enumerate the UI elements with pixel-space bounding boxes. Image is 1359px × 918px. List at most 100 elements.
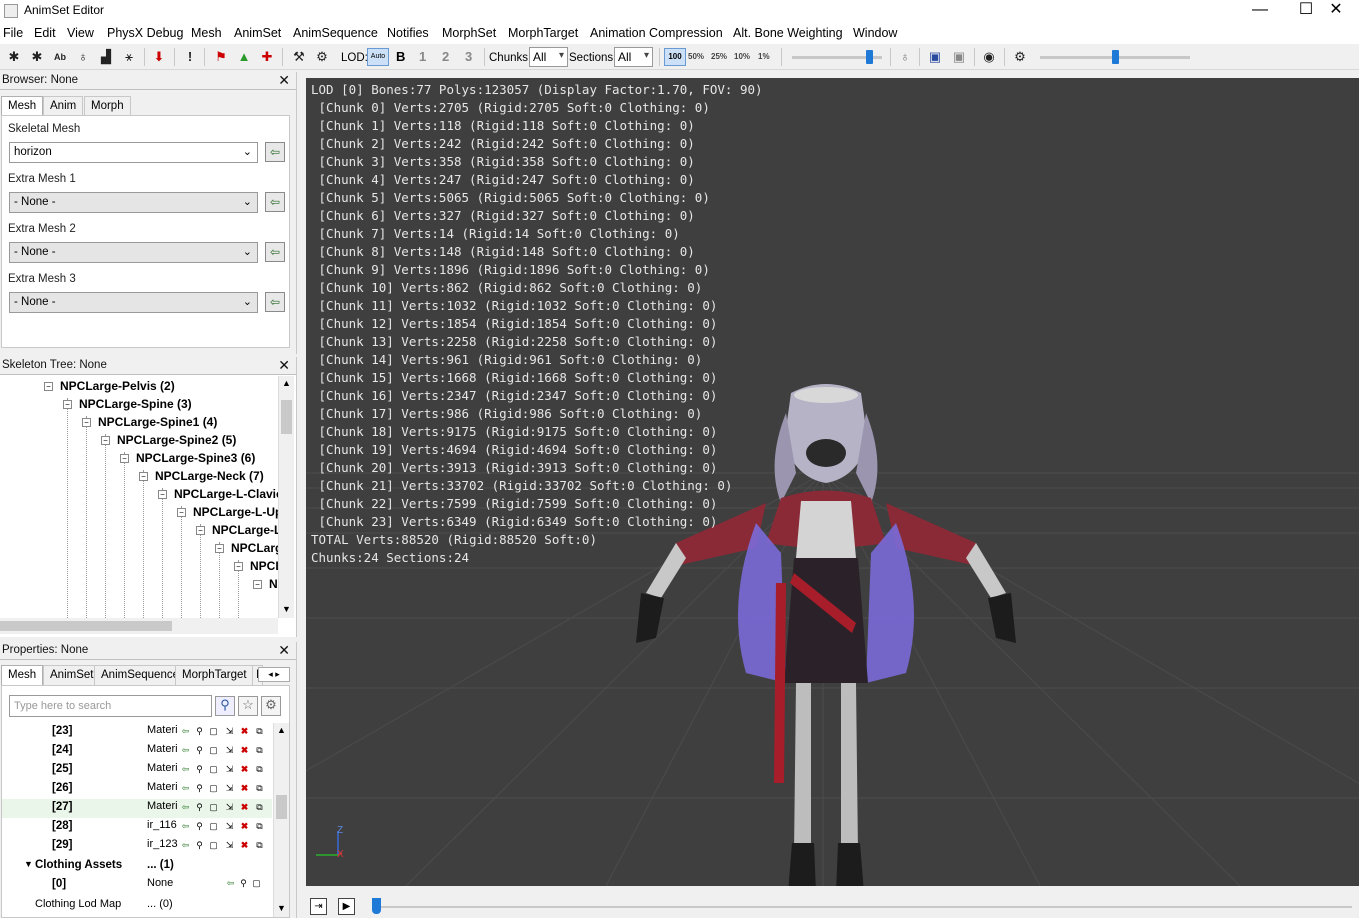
search-icon[interactable]: ⚲ — [194, 802, 205, 813]
property-row[interactable]: [24] Materi ⇦ ⚲ ▢ ⇲ ✖ ⧉ — [2, 742, 272, 761]
tree-node[interactable]: NPCLarge-Spine (3) — [79, 397, 192, 411]
search-icon[interactable]: ⚲ — [194, 840, 205, 851]
tab-animset[interactable]: AnimSet — [43, 665, 101, 685]
caret-down-icon[interactable]: ▼ — [24, 859, 33, 869]
extra-mesh-3-select[interactable]: - None - ⌄ — [9, 292, 258, 313]
clothing-assets-row[interactable]: ▼ Clothing Assets ... (1) — [2, 856, 272, 875]
clear-icon[interactable]: ▢ — [208, 840, 219, 851]
menu-file[interactable]: File — [3, 26, 23, 40]
lod-1-button[interactable]: 1 — [419, 49, 426, 64]
extra-mesh-2-select[interactable]: - None - ⌄ — [9, 242, 258, 263]
collapse-icon[interactable]: − — [196, 526, 205, 535]
bone-mirror-icon[interactable]: ⚙ — [313, 48, 331, 66]
tree-node[interactable]: NPCLarge-Spine3 (6) — [136, 451, 255, 465]
text-toggle-icon[interactable]: Ab — [51, 48, 69, 66]
menu-animsequence[interactable]: AnimSequence — [293, 26, 378, 40]
zoom-10-button[interactable]: 10% — [734, 52, 750, 61]
menu-mesh[interactable]: Mesh — [191, 26, 222, 40]
clear-icon[interactable]: ▢ — [208, 821, 219, 832]
insert-icon[interactable]: ⇲ — [224, 802, 235, 813]
tab-scroll-buttons[interactable]: ◂ ▸ — [258, 667, 290, 682]
close-icon[interactable]: ✕ — [278, 72, 290, 89]
insert-icon[interactable]: ⇲ — [224, 840, 235, 851]
menu-window[interactable]: Window — [853, 26, 897, 40]
collapse-icon[interactable]: − — [253, 580, 262, 589]
star-icon[interactable]: ☆ — [238, 696, 258, 716]
delete-icon[interactable]: ✖ — [239, 821, 250, 832]
menu-animset[interactable]: AnimSet — [234, 26, 281, 40]
eye-icon[interactable]: ◉ — [980, 48, 998, 66]
play-icon[interactable]: ▶ — [338, 898, 355, 915]
scrollbar-thumb[interactable] — [281, 400, 292, 434]
chunks-select[interactable]: All ▾ — [529, 47, 568, 67]
duplicate-icon[interactable]: ⧉ — [254, 802, 265, 813]
clear-icon[interactable]: ▢ — [208, 745, 219, 756]
insert-icon[interactable]: ⇲ — [224, 745, 235, 756]
tab-mesh[interactable]: Mesh — [1, 665, 44, 685]
use-selected-button[interactable]: ⇦ — [265, 142, 285, 162]
close-button[interactable]: ✕ — [1313, 0, 1359, 22]
lod-base-button[interactable]: B — [396, 49, 405, 64]
insert-icon[interactable]: ⇲ — [224, 726, 235, 737]
collapse-icon[interactable]: − — [82, 418, 91, 427]
duplicate-icon[interactable]: ⧉ — [254, 840, 265, 851]
search-icon[interactable]: ⚲ — [194, 726, 205, 737]
property-row[interactable]: [23] Materi ⇦ ⚲ ▢ ⇲ ✖ ⧉ — [2, 723, 272, 742]
arrow-left-icon[interactable]: ⇦ — [180, 764, 191, 775]
duplicate-icon[interactable]: ⧉ — [254, 783, 265, 794]
property-row[interactable]: [27] Materi ⇦ ⚲ ▢ ⇲ ✖ ⧉ — [2, 799, 272, 818]
tree-node[interactable]: NPCLarge-Spine2 (5) — [117, 433, 236, 447]
bulb-icon[interactable]: ♁ — [74, 48, 92, 66]
clothing-lod-map-row[interactable]: Clothing Lod Map ... (0) — [2, 894, 272, 913]
skeletal-mesh-select[interactable]: horizon ⌄ — [9, 142, 258, 163]
triangle-icon[interactable]: ▲ — [235, 48, 253, 66]
tree-vertical-scrollbar[interactable]: ▲ ▼ — [278, 376, 294, 618]
tree-node[interactable]: NPCLarge-Neck (7) — [155, 469, 264, 483]
bone-weight-icon[interactable]: ⚹ — [120, 48, 138, 66]
delete-icon[interactable]: ✖ — [239, 726, 250, 737]
lod-3-button[interactable]: 3 — [465, 49, 472, 64]
tab-animsequence[interactable]: AnimSequence — [94, 665, 186, 685]
zoom-100-button[interactable]: 100 — [664, 48, 686, 66]
chevron-up-icon[interactable]: ▲ — [282, 378, 291, 388]
lod-auto-button[interactable]: Auto — [367, 48, 389, 66]
lightbulb-icon[interactable]: ♁ — [896, 48, 914, 66]
arrow-left-icon[interactable]: ⇦ — [180, 783, 191, 794]
delete-icon[interactable]: ✖ — [239, 745, 250, 756]
search-icon[interactable]: ⚲ — [194, 745, 205, 756]
tree-node[interactable]: NPCL — [250, 559, 278, 573]
collapse-icon[interactable]: − — [177, 508, 186, 517]
search-input[interactable]: Type here to search — [9, 695, 212, 717]
insert-icon[interactable]: ⇲ — [224, 764, 235, 775]
delete-icon[interactable]: ✖ — [239, 764, 250, 775]
flag-icon[interactable]: ⚑ — [212, 48, 230, 66]
collapse-icon[interactable]: − — [120, 454, 129, 463]
search-icon[interactable]: ⚲ — [194, 783, 205, 794]
tab-morph[interactable]: Morph — [84, 96, 131, 116]
arrow-left-icon[interactable]: ⇦ — [180, 840, 191, 851]
collapse-icon[interactable]: − — [215, 544, 224, 553]
duplicate-icon[interactable]: ⧉ — [254, 821, 265, 832]
minimize-button[interactable]: — — [1237, 0, 1283, 22]
tab-anim[interactable]: Anim — [43, 96, 84, 116]
menu-view[interactable]: View — [67, 26, 94, 40]
lod-2-button[interactable]: 2 — [442, 49, 449, 64]
arrow-left-icon[interactable]: ⇦ — [180, 726, 191, 737]
use-selected-button[interactable]: ⇦ — [265, 192, 285, 212]
close-icon[interactable]: ✕ — [278, 357, 290, 374]
slider-thumb[interactable] — [865, 50, 873, 64]
tree-node[interactable]: NPCLarge-L-Clavic — [174, 487, 278, 501]
property-row[interactable]: [29] ir_123 ⇦ ⚲ ▢ ⇲ ✖ ⧉ — [2, 837, 272, 856]
collapse-icon[interactable]: − — [139, 472, 148, 481]
sections-select[interactable]: All ▾ — [614, 47, 653, 67]
search-icon[interactable]: ⚲ — [215, 696, 235, 716]
warning-icon[interactable]: ! — [181, 48, 199, 66]
delete-icon[interactable]: ✖ — [239, 783, 250, 794]
tree-node[interactable]: NPCLarge-L — [212, 523, 278, 537]
insert-icon[interactable]: ⇲ — [224, 821, 235, 832]
windows-icon[interactable]: ▣ — [926, 48, 944, 66]
property-row[interactable]: [25] Materi ⇦ ⚲ ▢ ⇲ ✖ ⧉ — [2, 761, 272, 780]
scrollbar-thumb[interactable] — [0, 621, 172, 631]
clear-icon[interactable]: ▢ — [208, 802, 219, 813]
menu-morphset[interactable]: MorphSet — [442, 26, 496, 40]
